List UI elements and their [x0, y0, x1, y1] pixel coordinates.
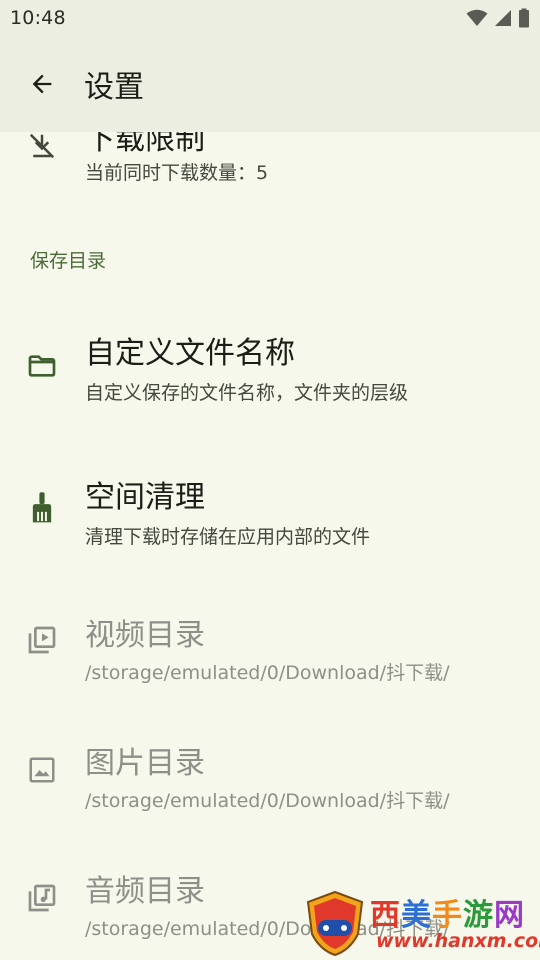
settings-screen: 10:48 设置 下载限制 当前同时下载数量：5 保存目录 自定义文件名称 自定… — [0, 0, 540, 960]
back-arrow-icon — [32, 74, 52, 94]
pref-title: 视频目录 — [85, 618, 205, 653]
shield-logo-icon — [306, 890, 364, 957]
top-app-bar: 设置 — [0, 36, 540, 132]
page-title: 设置 — [84, 70, 144, 105]
watermark-text: 西美手游网 — [370, 890, 525, 934]
pref-space-cleanup[interactable]: 空间清理 清理下载时存储在应用内部的文件 — [0, 450, 540, 568]
status-bar: 10:48 — [0, 0, 540, 36]
wifi-icon — [466, 9, 488, 26]
folder-icon — [24, 348, 60, 384]
pref-video-dir[interactable]: 视频目录 /storage/emulated/0/Download/抖下载/ — [0, 594, 540, 712]
pref-title: 空间清理 — [85, 480, 205, 515]
pref-summary: 自定义保存的文件名称，文件夹的层级 — [85, 382, 409, 404]
download-off-icon — [24, 132, 60, 164]
settings-list[interactable]: 下载限制 当前同时下载数量：5 保存目录 自定义文件名称 自定义保存的文件名称，… — [0, 132, 540, 960]
video-library-icon — [24, 622, 60, 658]
image-icon — [24, 752, 60, 788]
status-time: 10:48 — [10, 7, 66, 29]
pref-title: 下载限制 — [85, 132, 205, 157]
watermark-char: 手 — [432, 898, 463, 933]
watermark-url: www.hanxm.com — [376, 930, 540, 952]
pref-summary: 当前同时下载数量：5 — [85, 162, 269, 184]
watermark-logo: 西美手游网 www.hanxm.com — [300, 888, 540, 958]
pref-title: 图片目录 — [85, 746, 205, 781]
watermark-char: 美 — [401, 898, 432, 933]
signal-icon — [495, 10, 511, 26]
pref-image-dir[interactable]: 图片目录 /storage/emulated/0/Download/抖下载/ — [0, 722, 540, 840]
pref-title: 音频目录 — [85, 874, 205, 909]
pref-custom-file-name[interactable]: 自定义文件名称 自定义保存的文件名称，文件夹的层级 — [0, 304, 540, 422]
music-library-icon — [24, 880, 60, 916]
pref-summary: /storage/emulated/0/Download/抖下载/ — [85, 790, 450, 812]
pref-download-limit[interactable]: 下载限制 当前同时下载数量：5 — [0, 132, 540, 212]
section-header-save-dir: 保存目录 — [30, 250, 107, 272]
status-icons — [466, 8, 530, 28]
pref-title: 自定义文件名称 — [85, 336, 295, 371]
watermark-char: 游 — [463, 898, 494, 933]
back-button[interactable] — [14, 56, 70, 112]
pref-summary: 清理下载时存储在应用内部的文件 — [85, 526, 371, 548]
broom-icon — [24, 490, 60, 526]
pref-summary: /storage/emulated/0/Download/抖下载/ — [85, 662, 450, 684]
watermark-char: 西 — [370, 898, 401, 933]
battery-icon — [519, 8, 529, 28]
watermark-char: 网 — [494, 898, 525, 933]
